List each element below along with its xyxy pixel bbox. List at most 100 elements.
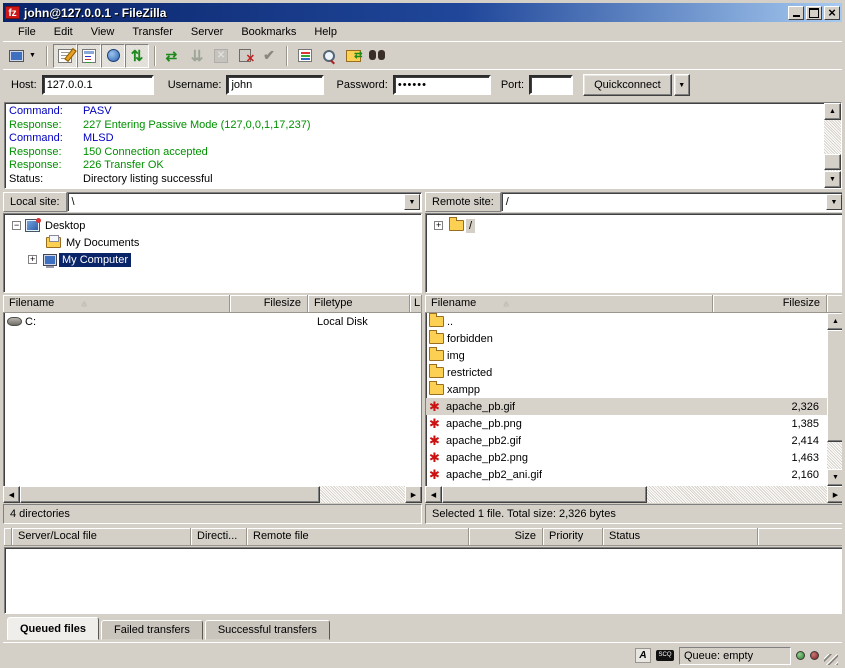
local-site-combo[interactable]: \ ▼ bbox=[67, 192, 422, 212]
filezilla-logo-icon: fz bbox=[5, 6, 20, 19]
title-bar[interactable]: fz john@127.0.0.1 - FileZilla bbox=[3, 3, 842, 22]
scrollbar-thumb[interactable] bbox=[824, 154, 841, 170]
synchronized-browsing-button[interactable] bbox=[341, 44, 365, 68]
remote-site-combo[interactable]: / ▼ bbox=[501, 192, 844, 212]
scrollbar-thumb[interactable] bbox=[20, 486, 320, 503]
file-row[interactable]: img bbox=[426, 347, 827, 364]
file-row[interactable]: C: Local Disk bbox=[4, 313, 421, 330]
column-header-priority[interactable]: Priority bbox=[543, 528, 603, 546]
file-row[interactable]: restricted bbox=[426, 364, 827, 381]
column-header-remote-file[interactable]: Remote file bbox=[247, 528, 469, 546]
resize-grip[interactable] bbox=[824, 654, 838, 668]
maximize-button[interactable] bbox=[806, 6, 822, 20]
toggle-local-tree-button[interactable] bbox=[77, 44, 101, 68]
column-header-filesize[interactable]: Filesize bbox=[230, 295, 308, 313]
tab-failed-transfers[interactable]: Failed transfers bbox=[101, 620, 203, 640]
scrollbar-track[interactable] bbox=[320, 486, 405, 503]
toggle-remote-tree-button[interactable] bbox=[101, 44, 125, 68]
column-header-last-modified[interactable]: L bbox=[410, 295, 422, 313]
file-name: apache_pb2_ani.gif bbox=[446, 469, 542, 481]
scroll-left-icon[interactable]: ◀ bbox=[3, 486, 20, 503]
scrollbar-track[interactable] bbox=[647, 486, 827, 503]
remote-list-vertical-scrollbar[interactable]: ▲ ▼ bbox=[827, 313, 844, 486]
toolbar-separator bbox=[286, 46, 288, 66]
tab-successful-transfers[interactable]: Successful transfers bbox=[205, 620, 330, 640]
scrollbar-thumb[interactable] bbox=[827, 330, 844, 442]
chevron-down-icon[interactable]: ▼ bbox=[404, 194, 420, 210]
file-row[interactable]: xampp bbox=[426, 381, 827, 398]
tree-item-desktop[interactable]: Desktop bbox=[4, 217, 421, 234]
remote-horizontal-scrollbar[interactable]: ◀ ▶ bbox=[425, 486, 844, 503]
scroll-down-icon[interactable]: ▼ bbox=[827, 469, 844, 486]
menu-bar: File Edit View Transfer Server Bookmarks… bbox=[3, 22, 842, 41]
disconnect-button[interactable] bbox=[233, 44, 257, 68]
column-header-filename[interactable]: Filename▲ bbox=[425, 295, 713, 313]
scroll-right-icon[interactable]: ▶ bbox=[405, 486, 422, 503]
host-input[interactable] bbox=[42, 75, 154, 95]
file-row[interactable]: ✱apache_pb2_ani.gif2,160 bbox=[426, 466, 827, 483]
column-header-direction[interactable]: Directi... bbox=[191, 528, 247, 546]
toolbar-separator bbox=[46, 46, 48, 66]
menu-file[interactable]: File bbox=[9, 24, 45, 40]
my-computer-icon bbox=[43, 254, 57, 266]
filter-button[interactable] bbox=[293, 44, 317, 68]
file-row[interactable]: ✱apache_pb2.gif2,414 bbox=[426, 432, 827, 449]
menu-edit[interactable]: Edit bbox=[45, 24, 82, 40]
process-queue-button[interactable]: ⇊ bbox=[185, 44, 209, 68]
scrollbar-track[interactable] bbox=[827, 442, 844, 469]
tree-item-my-documents[interactable]: My Documents bbox=[4, 234, 421, 251]
file-size: 1,463 bbox=[791, 452, 827, 464]
log-vertical-scrollbar[interactable]: ▲ ▼ bbox=[824, 103, 841, 188]
toolbar-separator bbox=[154, 46, 156, 66]
port-input[interactable] bbox=[529, 75, 573, 95]
tab-queued-files[interactable]: Queued files bbox=[7, 617, 99, 640]
column-header-filetype[interactable]: Filetype bbox=[308, 295, 410, 313]
file-row[interactable]: ✱apache_pb2.png1,463 bbox=[426, 449, 827, 466]
file-row[interactable]: forbidden bbox=[426, 330, 827, 347]
directory-comparison-button[interactable] bbox=[317, 44, 341, 68]
minimize-button[interactable] bbox=[788, 6, 804, 20]
site-manager-button[interactable]: ▼ bbox=[7, 44, 41, 68]
log-text: 227 Entering Passive Mode (127,0,0,1,17,… bbox=[83, 119, 310, 131]
username-input[interactable] bbox=[226, 75, 324, 95]
queue-tabs: Queued files Failed transfers Successful… bbox=[4, 615, 845, 640]
expand-icon[interactable] bbox=[434, 221, 443, 230]
tree-item-label: My Documents bbox=[63, 236, 142, 250]
column-header-filename[interactable]: Filename▲ bbox=[3, 295, 230, 313]
file-row[interactable]: ✱apache_pb.png1,385 bbox=[426, 415, 827, 432]
file-row-selected[interactable]: ✱apache_pb.gif2,326 bbox=[426, 398, 827, 415]
scrollbar-thumb[interactable] bbox=[442, 486, 647, 503]
toggle-message-log-button[interactable] bbox=[53, 44, 77, 68]
refresh-button[interactable] bbox=[161, 44, 185, 68]
scroll-left-icon[interactable]: ◀ bbox=[425, 486, 442, 503]
chevron-down-icon[interactable]: ▼ bbox=[826, 194, 842, 210]
column-header-status[interactable]: Status bbox=[603, 528, 758, 546]
collapse-icon[interactable] bbox=[12, 221, 21, 230]
menu-transfer[interactable]: Transfer bbox=[123, 24, 182, 40]
menu-server[interactable]: Server bbox=[182, 24, 232, 40]
reconnect-button[interactable]: ✔ bbox=[257, 44, 281, 68]
tree-item-my-computer[interactable]: My Computer bbox=[4, 251, 421, 268]
scroll-right-icon[interactable]: ▶ bbox=[827, 486, 844, 503]
column-header-size[interactable]: Size bbox=[469, 528, 543, 546]
cancel-operation-button[interactable]: ✕ bbox=[209, 44, 233, 68]
column-header-server-local-file[interactable]: Server/Local file bbox=[12, 528, 191, 546]
quickconnect-dropdown-button[interactable]: ▼ bbox=[674, 74, 690, 96]
queue-list[interactable] bbox=[4, 547, 845, 614]
password-input[interactable] bbox=[393, 75, 491, 95]
local-horizontal-scrollbar[interactable]: ◀ ▶ bbox=[3, 486, 422, 503]
column-header-filesize[interactable]: Filesize bbox=[713, 295, 827, 313]
toggle-queue-button[interactable]: ⇅ bbox=[125, 44, 149, 68]
scroll-up-icon[interactable]: ▲ bbox=[827, 313, 844, 330]
find-files-button[interactable] bbox=[365, 44, 389, 68]
scroll-up-icon[interactable]: ▲ bbox=[824, 103, 841, 120]
scroll-down-icon[interactable]: ▼ bbox=[824, 171, 841, 188]
menu-bookmarks[interactable]: Bookmarks bbox=[232, 24, 305, 40]
file-row[interactable]: .. bbox=[426, 313, 827, 330]
menu-view[interactable]: View bbox=[82, 24, 124, 40]
quickconnect-button[interactable]: Quickconnect bbox=[583, 74, 672, 96]
close-button[interactable] bbox=[824, 6, 840, 20]
expand-icon[interactable] bbox=[28, 255, 37, 264]
tree-item-root[interactable]: / bbox=[426, 217, 843, 234]
menu-help[interactable]: Help bbox=[305, 24, 346, 40]
